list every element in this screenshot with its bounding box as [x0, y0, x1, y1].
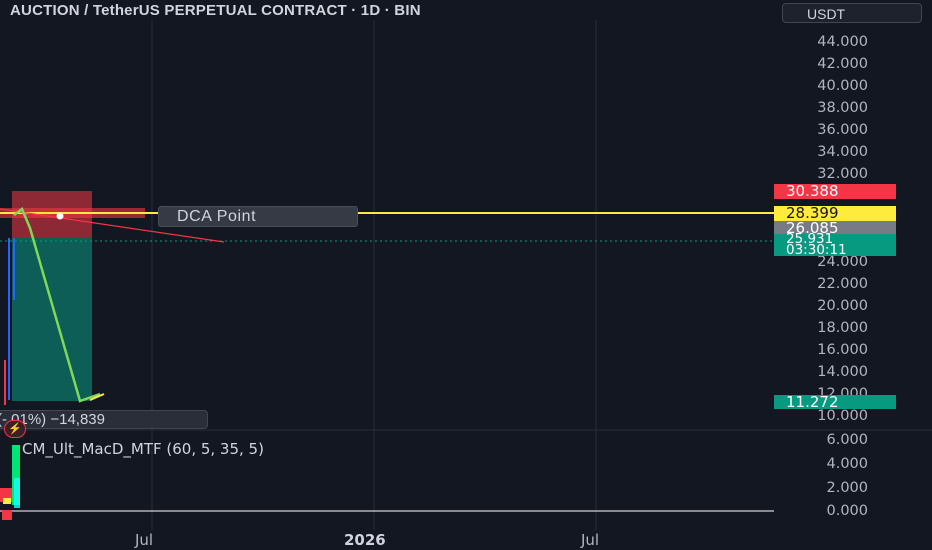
price-tick: 16.000 [817, 342, 868, 358]
indicator-tick: 2.000 [826, 480, 868, 496]
indicator-tick: 4.000 [826, 456, 868, 472]
chart-canvas[interactable] [0, 0, 932, 550]
price-tick: 20.000 [817, 298, 868, 314]
price-tick: 44.000 [817, 34, 868, 50]
macd-histogram [0, 445, 20, 520]
dca-point-label[interactable]: DCA Point [158, 206, 358, 227]
stop-price-tag: 30.388 [774, 184, 896, 199]
target-price-tag: 11.272 [774, 395, 896, 410]
bolt-icon[interactable]: ⚡ [4, 420, 26, 438]
position-pnl-label[interactable]: (-.01%) −14,839 [0, 410, 208, 429]
time-label-year: 2026 [344, 531, 386, 549]
indicator-name[interactable]: CM_Ult_MacD_MTF (60, 5, 35, 5) [22, 440, 264, 458]
currency-button[interactable]: USDT [782, 3, 922, 23]
time-label: Jul [135, 531, 154, 549]
bar-countdown: 03:30:11 [786, 242, 847, 258]
symbol-title[interactable]: AUCTION / TetherUS PERPETUAL CONTRACT · … [10, 2, 421, 19]
time-label: Jul [581, 531, 600, 549]
indicator-tick: 0.000 [826, 503, 868, 519]
dca-point-marker[interactable] [56, 212, 64, 220]
take-profit-zone[interactable] [12, 238, 92, 401]
price-tick: 22.000 [817, 276, 868, 292]
current-price-tag: 25.931 03:30:11 [774, 232, 896, 258]
price-tick: 42.000 [817, 56, 868, 72]
indicator-tick: 6.000 [826, 432, 868, 448]
price-tick: 40.000 [817, 78, 868, 94]
price-tick: 36.000 [817, 122, 868, 138]
price-tick: 14.000 [817, 364, 868, 380]
price-tick: 34.000 [817, 144, 868, 160]
price-tick: 32.000 [817, 166, 868, 182]
price-tick: 18.000 [817, 320, 868, 336]
price-tick: 38.000 [817, 100, 868, 116]
